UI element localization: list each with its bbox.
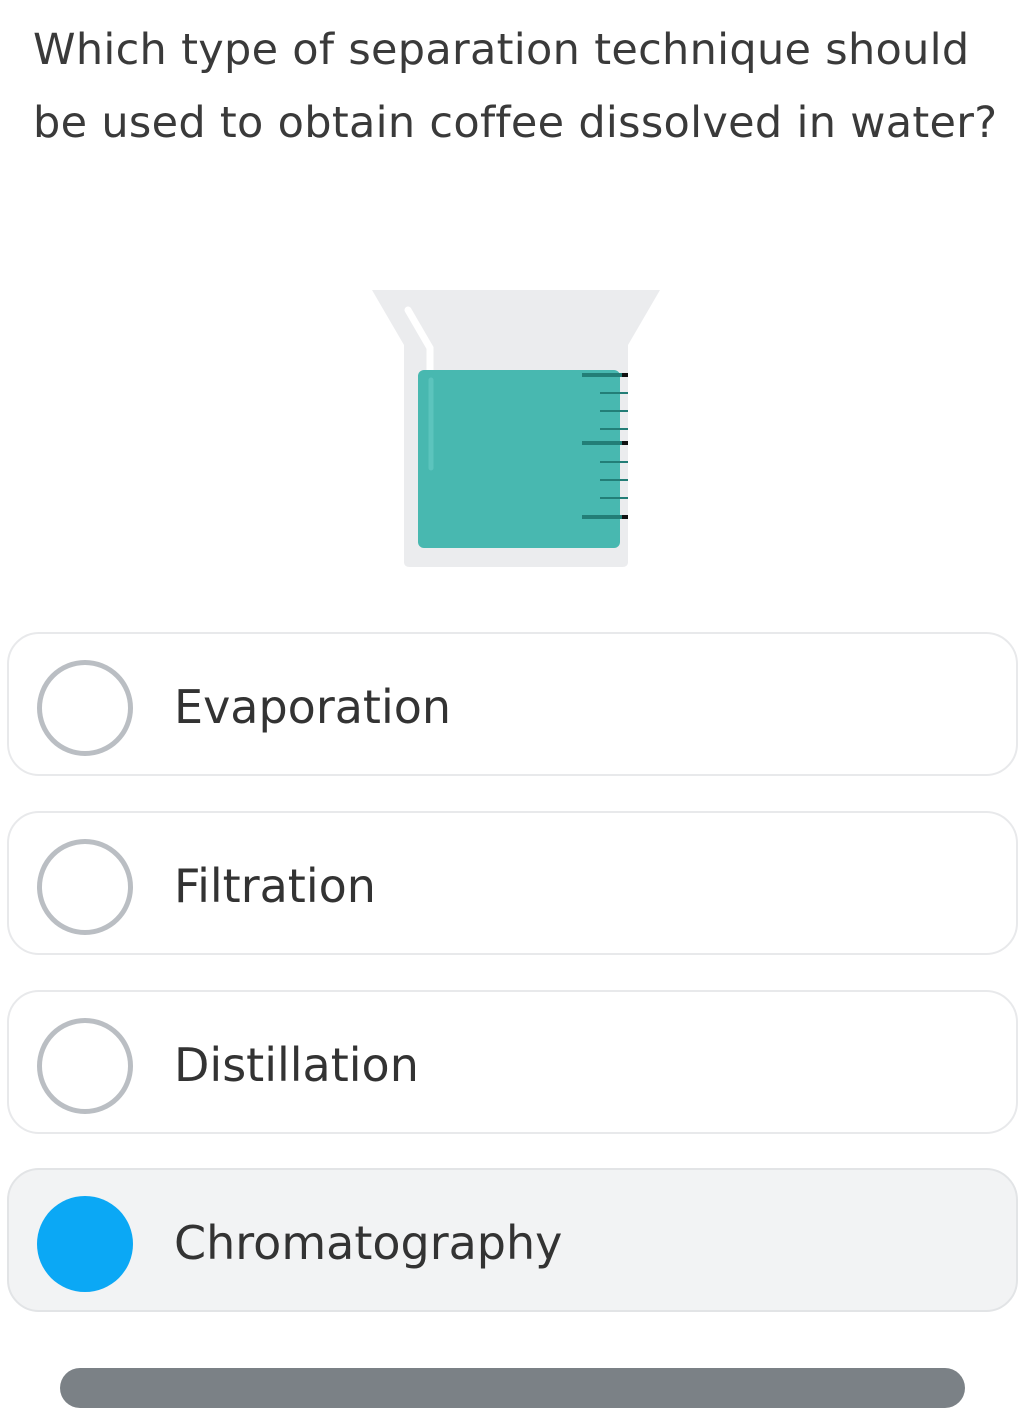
option-label: Chromatography [174, 1216, 563, 1270]
option-distillation[interactable]: Distillation [7, 990, 1018, 1134]
option-chromatography[interactable]: Chromatography [7, 1168, 1018, 1312]
question-text: Which type of separation technique shoul… [33, 25, 998, 148]
option-label: Evaporation [174, 680, 452, 734]
option-evaporation[interactable]: Evaporation [7, 632, 1018, 776]
option-label: Distillation [174, 1038, 419, 1092]
radio-unchecked-icon[interactable] [37, 1018, 133, 1114]
option-filtration[interactable]: Filtration [7, 811, 1018, 955]
radio-checked-icon[interactable] [37, 1196, 133, 1292]
beaker-liquid [418, 370, 620, 548]
submit-button[interactable] [60, 1368, 965, 1408]
option-label: Filtration [174, 859, 376, 913]
beaker-icon [372, 290, 660, 567]
radio-unchecked-icon[interactable] [37, 839, 133, 935]
radio-unchecked-icon[interactable] [37, 660, 133, 756]
beaker-illustration [360, 280, 670, 580]
